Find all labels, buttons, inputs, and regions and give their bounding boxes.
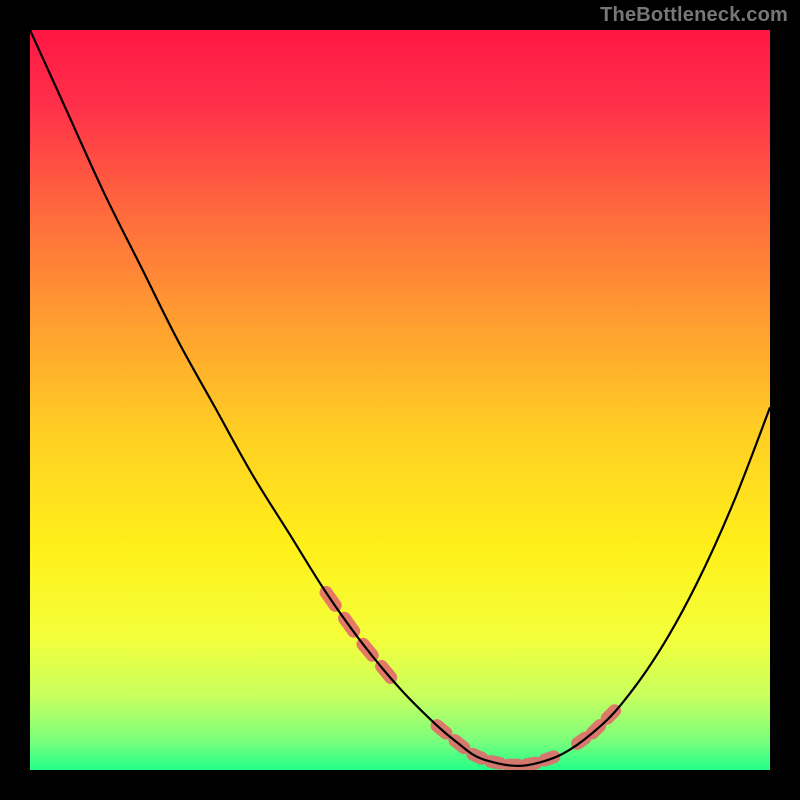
chart-frame: TheBottleneck.com <box>0 0 800 800</box>
plot-background <box>30 30 770 770</box>
watermark-label: TheBottleneck.com <box>600 4 788 27</box>
bottleneck-chart <box>0 0 800 800</box>
